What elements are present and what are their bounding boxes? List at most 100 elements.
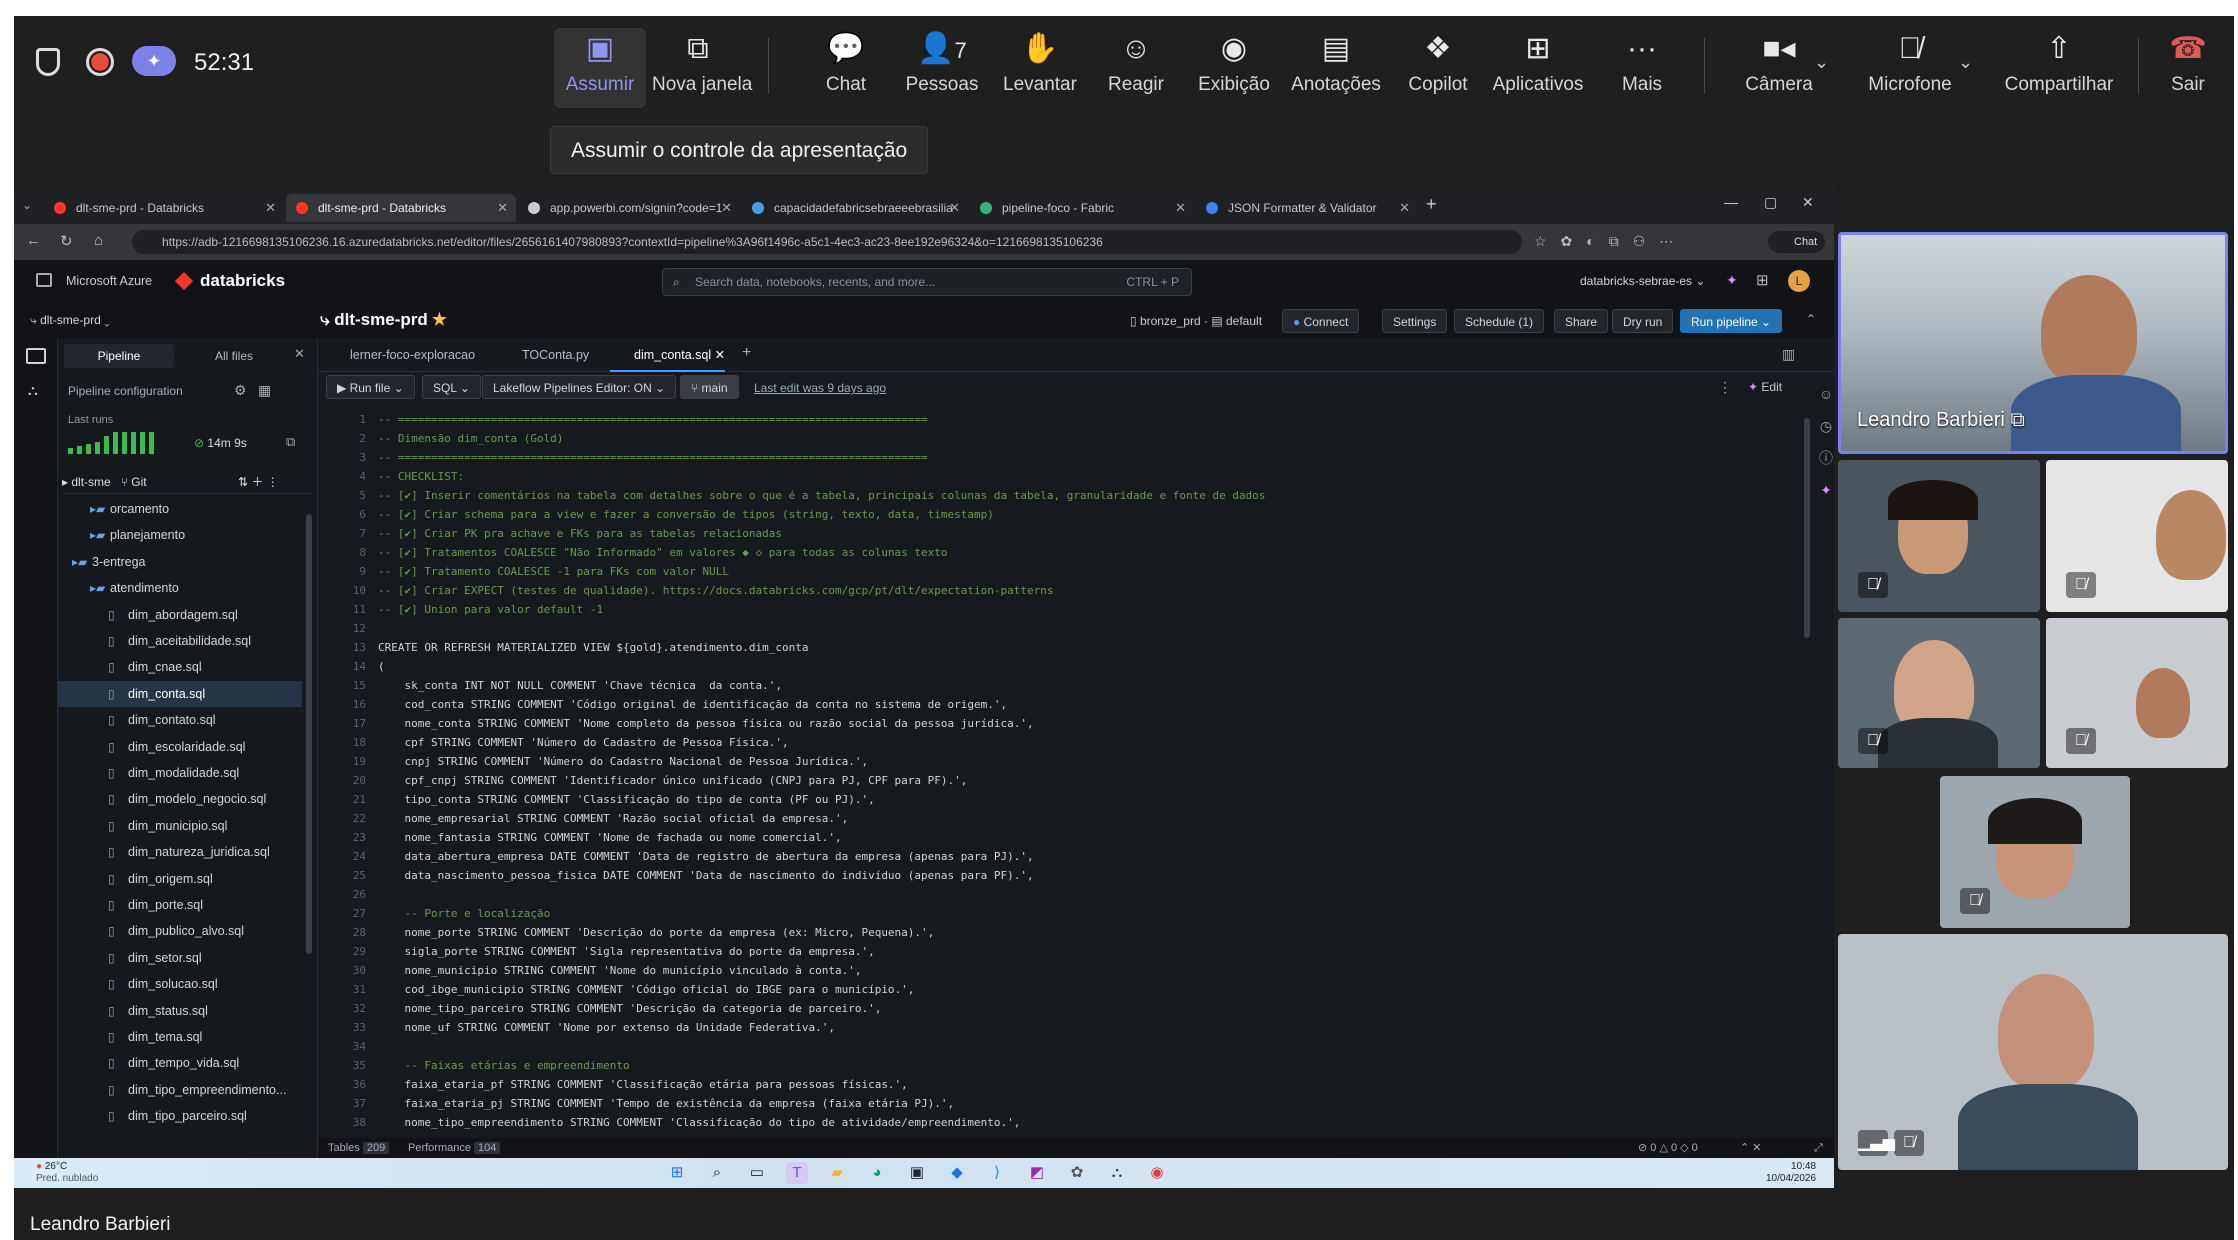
tab-list-chevron-icon[interactable]: ⌄ xyxy=(22,198,32,212)
browser-extension-icons[interactable]: ☆✿◐⧉⚇⋯ xyxy=(1534,233,1687,250)
pipeline-configuration-link[interactable]: Pipeline configuration xyxy=(68,384,183,398)
editor-scrollbar[interactable] xyxy=(1804,418,1810,638)
app-icon[interactable]: ◆ xyxy=(946,1162,968,1184)
config-gear-icon[interactable]: ⚙ xyxy=(234,382,247,399)
schedule-button[interactable]: Schedule (1) xyxy=(1454,309,1545,333)
browser-tab-3[interactable]: app.powerbi.com/signin?code=1 ✕ xyxy=(518,194,740,222)
tree-file[interactable]: ▯ dim_contato.sql xyxy=(58,707,302,733)
browser-tab-6[interactable]: JSON Formatter & Validator ✕ xyxy=(1196,194,1418,222)
presenter-video-tile[interactable]: Leandro Barbieri ⧉ xyxy=(1838,232,2228,454)
close-tab-icon[interactable]: ✕ xyxy=(721,194,732,222)
tree-file[interactable]: ▯ dim_abordagem.sql xyxy=(58,602,302,628)
close-tab-icon[interactable]: ✕ xyxy=(1399,194,1410,222)
browser-tab-5[interactable]: pipeline-foco - Fabric ✕ xyxy=(970,194,1194,222)
tree-file[interactable]: ▯ dim_solucao.sql xyxy=(58,971,302,997)
close-sidebar-icon[interactable]: ✕ xyxy=(294,346,305,362)
folder-icon[interactable] xyxy=(26,348,46,364)
participant-tile-6[interactable]: 🎙̸ ▁▃▅ xyxy=(1838,934,2228,1170)
browser-tab-1[interactable]: dlt-sme-prd - Databricks ✕ xyxy=(44,194,284,222)
new-tab-icon[interactable]: + xyxy=(1426,194,1437,215)
taskbar-search-icon[interactable]: ⌕ xyxy=(706,1162,728,1184)
participant-tile-5[interactable]: 🎙̸ xyxy=(1940,776,2130,928)
tree-file[interactable]: ▯ dim_publico_alvo.sql xyxy=(58,918,302,944)
tab-lerner-foco-exploracao[interactable]: lerner-foco-exploracao xyxy=(326,338,475,372)
catalog-schema-selector[interactable]: ▯ bronze_prd · ▤ default xyxy=(1130,314,1262,328)
app-5-icon[interactable]: ◉ xyxy=(1146,1162,1168,1184)
last-edit-link[interactable]: Last edit was 9 days ago xyxy=(754,381,886,395)
notes-button[interactable]: ▤ Anotações xyxy=(1290,28,1382,108)
mic-options-chevron-icon[interactable]: ⌄ xyxy=(1958,52,1973,73)
tree-file[interactable]: ▯ dim_origem.sql xyxy=(58,866,302,892)
tree-folder[interactable]: ▸▰ planejamento xyxy=(58,522,302,548)
share-pipeline-button[interactable]: Share xyxy=(1554,309,1609,333)
tab-all-files[interactable]: All files xyxy=(184,344,284,368)
favorite-star-icon[interactable]: ★ xyxy=(432,310,446,329)
share-button[interactable]: ⇧ Compartilhar xyxy=(1994,28,2124,108)
react-button[interactable]: ☺ Reagir xyxy=(1090,28,1182,108)
close-tab-icon[interactable]: ✕ xyxy=(497,194,508,222)
camera-options-chevron-icon[interactable]: ⌄ xyxy=(1814,52,1829,73)
settings-button[interactable]: Settings xyxy=(1382,309,1448,333)
info-icon[interactable]: ⓘ xyxy=(1818,442,1834,474)
status-collapse-icon[interactable]: ⌃ ✕ xyxy=(1740,1138,1762,1158)
file-explorer-icon[interactable]: ▰ xyxy=(826,1162,848,1184)
close-tab-icon[interactable]: ✕ xyxy=(265,194,276,222)
browser-tab-2[interactable]: dlt-sme-prd - Databricks ✕ xyxy=(286,194,516,222)
workspace-selector[interactable]: databricks-sebrae-es ⌄ xyxy=(1580,274,1705,288)
code-area[interactable]: 1 -- ====================================… xyxy=(318,410,1798,1130)
people-button[interactable]: 👤7 Pessoas xyxy=(896,28,988,108)
url-field[interactable]: https://adb-1216698135106236.16.azuredat… xyxy=(132,230,1522,254)
history-icon[interactable]: ◷ xyxy=(1818,410,1834,442)
pipeline-selector[interactable]: ⤷ dlt-sme-prd ⌄ xyxy=(30,313,110,328)
back-icon[interactable]: ← xyxy=(26,232,41,249)
split-view-icon[interactable]: ▥ xyxy=(1782,346,1795,363)
tree-file[interactable]: ▯ dim_tipo_parceiro.sql xyxy=(58,1103,302,1129)
tree-file[interactable]: ▯ dim_cnae.sql xyxy=(58,654,302,680)
app-3-icon[interactable]: ✿ xyxy=(1066,1162,1088,1184)
config-panel-icon[interactable]: ▦ xyxy=(258,382,271,399)
ai-icon[interactable]: ✦ xyxy=(1818,474,1834,506)
tab-toconta-py[interactable]: TOConta.py xyxy=(498,338,589,372)
home-icon[interactable]: ⌂ xyxy=(94,232,103,249)
tree-folder[interactable]: ▸▰ 3-entrega xyxy=(58,549,302,575)
last-runs-bars[interactable] xyxy=(68,430,178,454)
app-4-icon[interactable]: ⛬ xyxy=(1106,1162,1128,1184)
take-control-button[interactable]: ▣ Assumir xyxy=(554,28,646,108)
raise-hand-button[interactable]: ✋ Levantar xyxy=(994,28,1086,108)
participant-tile-4[interactable]: 🎙̸ xyxy=(2046,618,2228,768)
teams-app-icon[interactable]: T xyxy=(786,1162,808,1184)
tree-file[interactable]: ▯ dim_modelo_negocio.sql xyxy=(58,786,302,812)
tree-file[interactable]: ▯ dim_tema.sql xyxy=(58,1024,302,1050)
tree-folder[interactable]: ▸▰ atendimento xyxy=(58,575,302,601)
participant-tile-1[interactable]: 🎙̸ xyxy=(1838,460,2040,612)
editor-more-icon[interactable]: ⋮ xyxy=(1718,379,1732,396)
tree-folder[interactable]: ▸▰ orcamento xyxy=(58,496,302,522)
tab-pipeline[interactable]: Pipeline xyxy=(64,344,174,368)
vscode-icon[interactable]: ⟩ xyxy=(986,1162,1008,1184)
tab-dim-conta-sql[interactable]: dim_conta.sql ✕ xyxy=(610,338,726,372)
microphone-button[interactable]: 🎙̸ Microfone xyxy=(1850,28,1970,108)
tree-file[interactable]: ▯ dim_natureza_juridica.sql xyxy=(58,839,302,865)
weather-widget[interactable]: ● 26°C Pred. nublado xyxy=(36,1161,98,1185)
new-editor-tab-icon[interactable]: + xyxy=(742,344,751,362)
assistant-icon[interactable]: ✦ xyxy=(1726,272,1738,289)
close-window-icon[interactable]: ✕ xyxy=(1802,194,1814,211)
participant-tile-2[interactable]: 🎙̸ xyxy=(2046,460,2228,612)
tree-file[interactable]: ▯ dim_escolaridade.sql xyxy=(58,734,302,760)
tree-file[interactable]: ▯ dim_porte.sql xyxy=(58,892,302,918)
tree-file[interactable]: ▯ dim_tipo_empreendimento... xyxy=(58,1077,302,1103)
status-expand-icon[interactable]: ⤢ xyxy=(1814,1138,1823,1158)
git-branch-button[interactable]: ⑂ main xyxy=(680,375,739,399)
language-selector[interactable]: SQL ⌄ xyxy=(422,375,481,399)
view-button[interactable]: ◉ Exibição xyxy=(1188,28,1280,108)
copilot-button[interactable]: ❖ Copilot xyxy=(1392,28,1484,108)
performance-tab[interactable]: Performance 104 xyxy=(408,1138,501,1158)
open-run-icon[interactable]: ⧉ xyxy=(286,434,295,450)
tree-file[interactable]: ▯ dim_tempo_vida.sql xyxy=(58,1050,302,1076)
more-button[interactable]: ··· Mais xyxy=(1596,28,1688,108)
apps-button[interactable]: ⊞ Aplicativos xyxy=(1492,28,1584,108)
problems-indicator[interactable]: ⊘ 0 △ 0 ◇ 0 xyxy=(1638,1138,1698,1158)
lakeflow-editor-toggle[interactable]: Lakeflow Pipelines Editor: ON ⌄ xyxy=(482,375,677,399)
minimize-icon[interactable]: — xyxy=(1724,194,1738,210)
edit-assistant-button[interactable]: ✦ Edit xyxy=(1748,380,1782,394)
